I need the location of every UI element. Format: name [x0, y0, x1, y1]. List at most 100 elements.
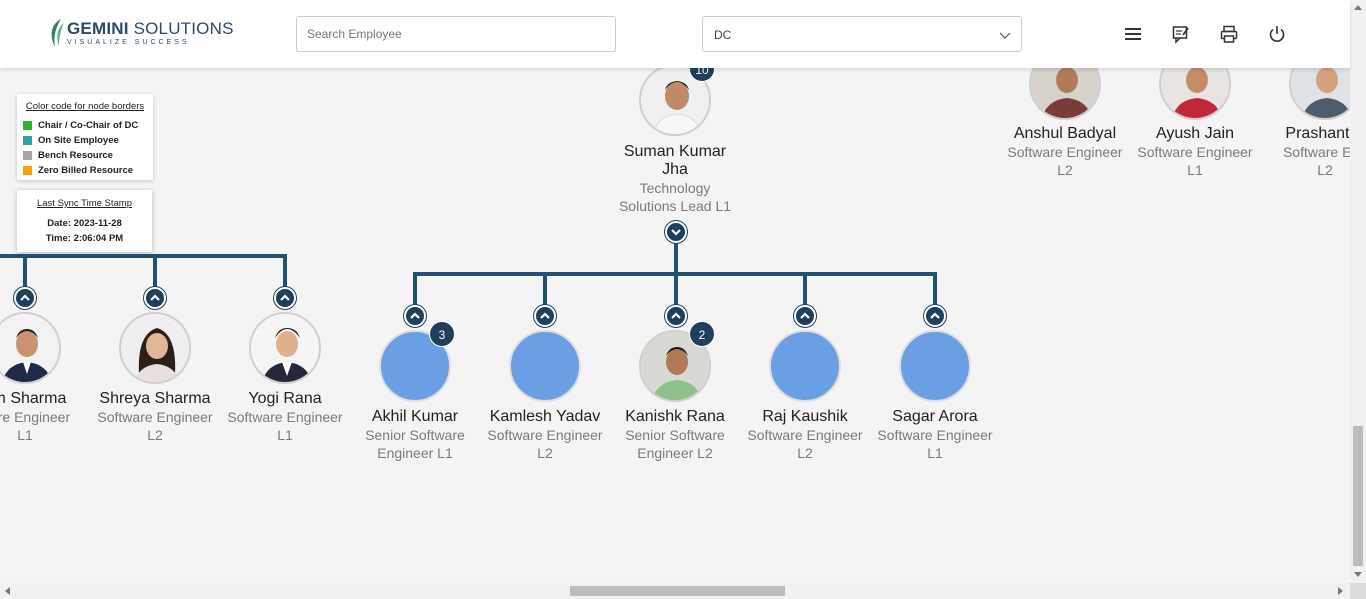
legend-swatch-teal	[23, 136, 32, 145]
person-role: Senior Software	[625, 427, 725, 443]
chevron-up-icon	[800, 312, 810, 319]
person-role: L2	[1057, 162, 1073, 178]
expand-toggle-button[interactable]	[794, 305, 816, 327]
expand-toggle-button[interactable]	[14, 287, 36, 309]
avatar[interactable]	[899, 330, 971, 402]
chevron-up-icon	[20, 294, 30, 301]
person-photo-icon	[251, 314, 319, 382]
person-role: Software Engineer	[227, 409, 343, 425]
person-role: L2	[147, 427, 163, 443]
person-role: Solutions Lead L1	[618, 198, 732, 214]
scrollbar-corner	[1350, 583, 1366, 599]
person-name: Sagar Arora	[892, 408, 978, 425]
gemini-logo[interactable]: GEMINI SOLUTIONS VISUALIZE SUCCESS	[47, 18, 234, 48]
chevron-up-icon	[280, 294, 290, 301]
horizontal-scroll-thumb[interactable]	[570, 586, 785, 596]
logout-button[interactable]	[1267, 24, 1287, 44]
connector-line	[413, 272, 417, 308]
legend-item-label: Bench Resource	[38, 150, 113, 161]
leaf-logo-icon	[51, 19, 64, 47]
expand-toggle-button[interactable]	[274, 287, 296, 309]
scroll-down-arrow-icon[interactable]	[1354, 572, 1362, 577]
legend-item: Chair / Co-Chair of DC	[23, 120, 138, 131]
scroll-right-arrow-icon[interactable]	[1338, 587, 1343, 595]
chevron-down-icon	[999, 32, 1011, 39]
legend-swatch-grey	[23, 151, 32, 160]
legend-item: Bench Resource	[23, 150, 113, 161]
person-role: L2	[537, 445, 553, 461]
connector-line	[674, 272, 678, 308]
expand-toggle-button[interactable]	[534, 305, 556, 327]
node-border-legend: Color code for node borders Chair / Co-C…	[17, 94, 153, 180]
person-role: Senior Software	[365, 427, 465, 443]
feedback-icon	[1172, 26, 1189, 44]
avatar[interactable]	[0, 312, 61, 384]
print-button[interactable]	[1219, 24, 1239, 44]
person-role: L1	[927, 445, 943, 461]
count-badge: 3	[429, 321, 455, 347]
person-role: Software Engineer	[1137, 144, 1253, 160]
connector-line	[933, 272, 937, 308]
power-icon	[1269, 26, 1285, 42]
connector-line	[0, 254, 287, 258]
avatar[interactable]	[769, 330, 841, 402]
horizontal-scrollbar[interactable]	[0, 583, 1350, 599]
person-role: Technology	[639, 180, 711, 196]
logo-brand-bold: GEMINI	[67, 19, 129, 38]
person-name: Jha	[662, 161, 688, 178]
expand-toggle-button[interactable]	[665, 305, 687, 327]
person-name: Kanishk Rana	[625, 408, 725, 425]
person-name: Akhil Kumar	[371, 408, 459, 425]
connector-line	[153, 254, 157, 290]
person-role: ware Engineer	[0, 409, 71, 425]
person-name: Shreya Sharma	[99, 390, 211, 407]
sync-time: Time: 2:06:04 PM	[45, 233, 124, 244]
avatar[interactable]	[249, 312, 321, 384]
person-name: Anshul Badyal	[1013, 125, 1117, 142]
legend-item-label: Zero Billed Resource	[38, 165, 134, 176]
scroll-left-arrow-icon[interactable]	[5, 587, 10, 595]
logo-brand-rest: SOLUTIONS	[128, 19, 234, 38]
chevron-up-icon	[150, 294, 160, 301]
person-name: Kamlesh Yadav	[489, 408, 601, 425]
person-role: L1	[1187, 162, 1203, 178]
legend-title: Color code for node borders	[25, 101, 145, 112]
scroll-up-arrow-icon[interactable]	[1354, 5, 1362, 10]
collapse-toggle-button[interactable]	[665, 221, 687, 243]
search-employee-input[interactable]	[296, 16, 616, 52]
avatar[interactable]	[509, 330, 581, 402]
legend-item: On Site Employee	[23, 135, 119, 146]
person-role: L2	[797, 445, 813, 461]
dc-select-value: DC	[714, 28, 732, 42]
person-role: Software Engineer	[97, 409, 213, 425]
person-role: L1	[17, 427, 33, 443]
menu-button[interactable]	[1123, 24, 1143, 44]
person-name: Ayush Jain	[1156, 125, 1234, 142]
connector-line	[803, 272, 807, 308]
legend-item-label: Chair / Co-Chair of DC	[38, 120, 139, 131]
chevron-up-icon	[671, 312, 681, 319]
feedback-button[interactable]	[1171, 24, 1191, 44]
person-role: Engineer L2	[637, 445, 713, 461]
legend-swatch-orange	[23, 166, 32, 175]
person-role: L1	[277, 427, 293, 443]
last-sync-card: Last Sync Time Stamp Date: 2023-11-28 Ti…	[17, 190, 152, 252]
connector-line	[23, 254, 27, 290]
expand-toggle-button[interactable]	[144, 287, 166, 309]
legend-item-label: On Site Employee	[38, 135, 119, 146]
connector-line	[283, 254, 287, 290]
sync-date: Date: 2023-11-28	[47, 218, 122, 229]
vertical-scrollbar[interactable]	[1350, 0, 1366, 583]
logo-tagline: VISUALIZE SUCCESS	[67, 39, 190, 46]
person-role: Software Engineer	[877, 427, 993, 443]
person-role: Software Engineer	[747, 427, 863, 443]
vertical-scroll-thumb[interactable]	[1353, 426, 1363, 566]
dc-select[interactable]: DC	[702, 16, 1022, 52]
avatar[interactable]	[119, 312, 191, 384]
chevron-up-icon	[930, 312, 940, 319]
person-photo-icon	[121, 314, 189, 382]
expand-toggle-button[interactable]	[404, 305, 426, 327]
expand-toggle-button[interactable]	[924, 305, 946, 327]
legend-item: Zero Billed Resource	[23, 165, 133, 176]
chevron-up-icon	[410, 312, 420, 319]
